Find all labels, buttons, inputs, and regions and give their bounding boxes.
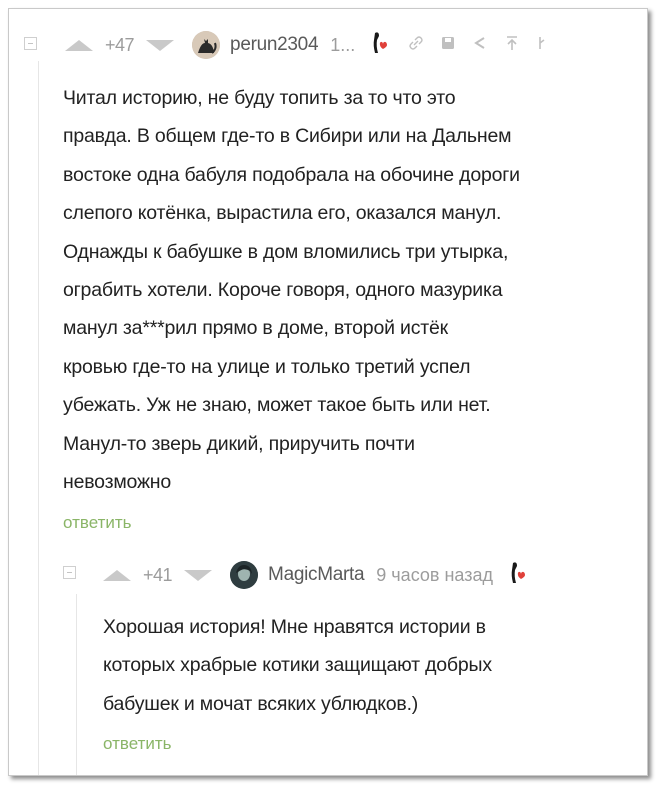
comment-rating: +41 (143, 564, 173, 585)
girl-avatar-icon (230, 561, 259, 589)
username[interactable]: MagicMarta (268, 564, 365, 586)
comment-magicmarta: +41 MagicMarta 9 часов назад Хорошая ист… (9, 9, 647, 775)
vote-down-icon[interactable] (184, 569, 213, 581)
reply-link[interactable]: ответить (103, 734, 172, 754)
text-line: которых храбрые котики защищают добрых (103, 654, 492, 677)
text-line: Хорошая история! Мне нравятся истории в (103, 616, 486, 638)
avatar[interactable] (230, 561, 259, 589)
comments-panel: +47 perun2304 1... Читал историю, не буд… (8, 8, 648, 776)
collapse-icon[interactable] (63, 566, 76, 579)
vote-up-icon[interactable] (103, 569, 131, 581)
badge-icon-svg (511, 562, 525, 583)
comment-header: +41 MagicMarta 9 часов назад (103, 561, 529, 589)
text-line: бабушек и мочат всяких ублюдков.) (103, 692, 419, 715)
comment-time[interactable]: 9 часов назад (376, 565, 493, 586)
comment-text: Хорошая история! Мне нравятся истории в … (103, 608, 492, 723)
badge-icon[interactable] (507, 561, 529, 589)
